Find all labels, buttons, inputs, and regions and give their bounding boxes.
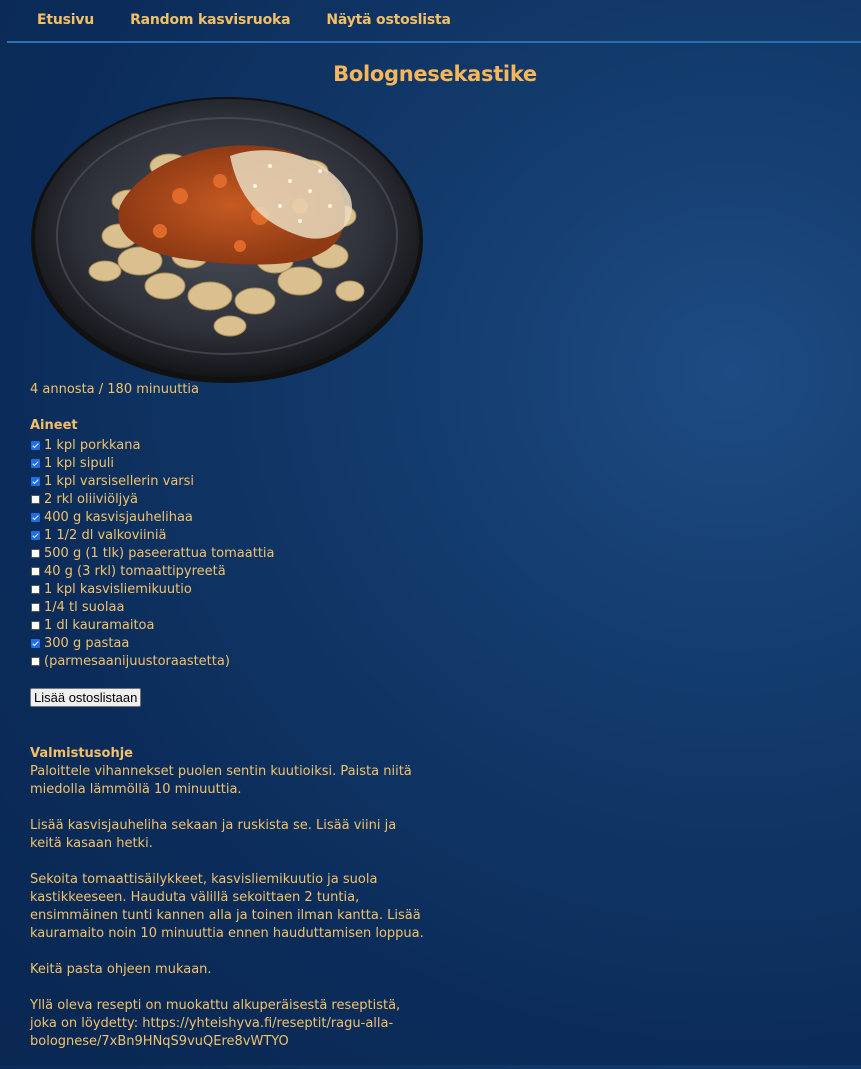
instruction-step: Paloittele vihannekset puolen sentin kuu…	[30, 764, 412, 797]
ingredient-item: 2 rkl oliiviöljyä	[30, 490, 275, 508]
ingredient-item: 40 g (3 rkl) tomaattipyreetä	[30, 562, 275, 580]
ingredient-label: 1 kpl porkkana	[44, 437, 141, 453]
recipe-servings-time: 4 annosta / 180 minuuttia	[30, 382, 199, 397]
nav-divider	[7, 41, 861, 43]
ingredient-item: 500 g (1 tlk) paseerattua tomaattia	[30, 544, 275, 562]
ingredient-checkbox[interactable]	[31, 566, 40, 576]
ingredient-checkbox[interactable]	[31, 620, 40, 630]
ingredient-label: 300 g pastaa	[44, 635, 130, 651]
ingredient-checkbox[interactable]	[31, 512, 40, 522]
ingredient-item: 1/4 tl suolaa	[30, 598, 275, 616]
ingredient-label: 1 dl kauramaitoa	[44, 617, 155, 633]
ingredient-item: 300 g pastaa	[30, 634, 275, 652]
ingredient-checkbox[interactable]	[31, 494, 40, 504]
ingredient-item: 1 kpl varsisellerin varsi	[30, 472, 275, 490]
ingredient-item: 1 kpl sipuli	[30, 454, 275, 472]
ingredient-item: 1 kpl kasvisliemikuutio	[30, 580, 275, 598]
ingredient-checkbox[interactable]	[31, 476, 40, 486]
ingredient-checkbox[interactable]	[31, 440, 40, 450]
ingredient-label: 500 g (1 tlk) paseerattua tomaattia	[44, 545, 275, 561]
ingredient-label: 400 g kasvisjauhelihaa	[44, 509, 193, 525]
nav-link-shopping-list[interactable]: Näytä ostoslista	[326, 12, 451, 28]
recipe-image	[31, 97, 423, 383]
ingredient-checkbox[interactable]	[31, 656, 40, 666]
top-nav: Etusivu Random kasvisruoka Näytä ostosli…	[0, 0, 861, 40]
instructions-heading: Valmistusohje	[30, 746, 133, 761]
ingredients-section: Aineet 1 kpl porkkana 1 kpl sipuli 1 kpl v…	[30, 418, 275, 670]
ingredient-checkbox[interactable]	[31, 458, 40, 468]
instruction-step: Sekoita tomaattisäilykkeet, kasvisliemik…	[30, 872, 424, 941]
ingredient-checkbox[interactable]	[31, 530, 40, 540]
ingredient-label: 1 kpl sipuli	[44, 455, 115, 471]
ingredient-label: 1/4 tl suolaa	[44, 599, 125, 615]
ingredient-item: 1 kpl porkkana	[30, 436, 275, 454]
ingredient-item: (parmesaanijuustoraastetta)	[30, 652, 275, 670]
ingredient-checkbox[interactable]	[31, 602, 40, 612]
recipe-title: Bolognesekastike	[333, 62, 537, 86]
add-to-shopping-list-button[interactable]: Lisää ostoslistaan	[30, 688, 142, 707]
instruction-list: Paloittele vihannekset puolen sentin kuu…	[30, 763, 430, 1051]
ingredient-label: (parmesaanijuustoraastetta)	[44, 653, 230, 669]
ingredient-list: 1 kpl porkkana 1 kpl sipuli 1 kpl varsisel…	[30, 436, 275, 670]
ingredient-item: 400 g kasvisjauhelihaa	[30, 508, 275, 526]
instructions-section: Valmistusohje Paloittele vihannekset puo…	[30, 745, 430, 1069]
ingredient-label: 1 kpl varsisellerin varsi	[44, 473, 195, 489]
nav-link-random-recipe[interactable]: Random kasvisruoka	[130, 12, 290, 28]
nav-link-home[interactable]: Etusivu	[37, 12, 94, 28]
ingredient-label: 1 kpl kasvisliemikuutio	[44, 581, 192, 597]
ingredient-checkbox[interactable]	[31, 548, 40, 558]
ingredient-label: 2 rkl oliiviöljyä	[44, 491, 138, 507]
ingredients-heading: Aineet	[30, 418, 78, 433]
ingredient-checkbox[interactable]	[31, 584, 40, 594]
ingredient-label: 40 g (3 rkl) tomaattipyreetä	[44, 563, 226, 579]
instruction-step: Keitä pasta ohjeen mukaan.	[30, 962, 212, 977]
instruction-step: Yllä oleva resepti on muokattu alkuperäi…	[30, 998, 401, 1049]
ingredient-item: 1 1/2 dl valkoviiniä	[30, 526, 275, 544]
instruction-step: Lisää kasvisjauheliha sekaan ja ruskista…	[30, 818, 397, 851]
ingredient-label: 1 1/2 dl valkoviiniä	[44, 527, 167, 543]
ingredient-item: 1 dl kauramaitoa	[30, 616, 275, 634]
ingredient-checkbox[interactable]	[31, 638, 40, 648]
